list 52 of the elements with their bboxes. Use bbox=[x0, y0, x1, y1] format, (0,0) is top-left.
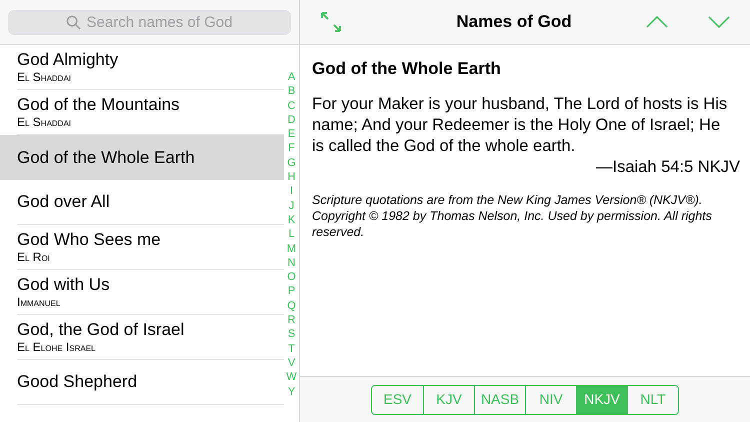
version-tab[interactable]: NLT bbox=[627, 386, 678, 414]
index-letter[interactable]: N bbox=[288, 256, 296, 270]
search-icon bbox=[66, 14, 81, 30]
index-letter[interactable]: T bbox=[288, 342, 295, 356]
index-letter[interactable]: L bbox=[288, 227, 295, 242]
name-subtitle: Immanuel bbox=[17, 295, 62, 309]
index-letter[interactable]: B bbox=[288, 84, 296, 99]
index-letter[interactable]: E bbox=[288, 127, 296, 142]
index-letter[interactable]: S bbox=[288, 327, 296, 342]
index-letter[interactable]: J bbox=[288, 198, 294, 213]
index-letter[interactable]: W bbox=[286, 370, 297, 385]
name-subtitle: El Elohe Israel bbox=[17, 340, 96, 354]
detail-title: God of the Whole Earth bbox=[312, 58, 502, 80]
index-letter[interactable]: I bbox=[290, 184, 294, 199]
version-tab[interactable]: ESV bbox=[372, 386, 423, 414]
index-letter[interactable]: R bbox=[288, 313, 296, 328]
verse-reference: —Isaiah 54:5 NKJV bbox=[596, 156, 740, 178]
name-title: Good Shepherd bbox=[17, 372, 138, 392]
chevron-up-icon[interactable] bbox=[646, 16, 668, 28]
name-title: God, the God of Israel bbox=[17, 320, 186, 340]
index-letter[interactable]: Y bbox=[288, 384, 296, 399]
version-tab[interactable]: NKJV bbox=[576, 386, 627, 414]
index-letter[interactable]: V bbox=[288, 356, 296, 370]
name-list-item[interactable]: God of the Whole Earth bbox=[0, 135, 284, 180]
index-letter[interactable]: D bbox=[288, 112, 296, 128]
index-letter[interactable]: G bbox=[287, 156, 296, 170]
name-title: God Almighty bbox=[17, 50, 120, 70]
index-letter[interactable]: K bbox=[288, 212, 296, 228]
index-letter[interactable]: C bbox=[288, 98, 296, 113]
version-tab[interactable]: NASB bbox=[474, 386, 525, 414]
index-letter[interactable]: O bbox=[287, 270, 296, 284]
name-title: God Who Sees me bbox=[17, 230, 162, 250]
name-subtitle: El Shaddai bbox=[17, 115, 72, 129]
name-subtitle: El Roi bbox=[17, 250, 51, 264]
index-letter[interactable]: P bbox=[288, 284, 296, 299]
index-letter[interactable]: Q bbox=[287, 298, 296, 314]
search-field[interactable]: Search names of God bbox=[8, 10, 291, 34]
index-letter[interactable]: A bbox=[288, 70, 296, 84]
verse-text: For your Maker is your husband, The Lord of hosts is His name; And your Redeemer is the Holy One of Israel; He is called the God of the whole earth. bbox=[312, 94, 728, 156]
index-letter[interactable]: H bbox=[288, 170, 296, 184]
version-tab[interactable]: KJV bbox=[423, 386, 474, 414]
window-title: Names of God bbox=[455, 11, 573, 34]
expand-icon[interactable] bbox=[320, 11, 342, 33]
index-letter[interactable]: F bbox=[288, 141, 295, 156]
name-title: God of the Whole Earth bbox=[17, 148, 196, 168]
index-letter[interactable]: M bbox=[286, 242, 296, 256]
name-title: God over All bbox=[17, 192, 111, 212]
name-subtitle: El Shaddai bbox=[17, 70, 72, 84]
name-title: God with Us bbox=[17, 275, 111, 295]
name-title: God of the Mountains bbox=[17, 95, 181, 115]
copyright-text: Scripture quotations are from the New King James Version® (NKJV®). Copyright © 1982 by Thomas Nelson, Inc. Used by permission. All rights reserved. bbox=[312, 192, 713, 240]
chevron-down-icon[interactable] bbox=[708, 16, 730, 28]
